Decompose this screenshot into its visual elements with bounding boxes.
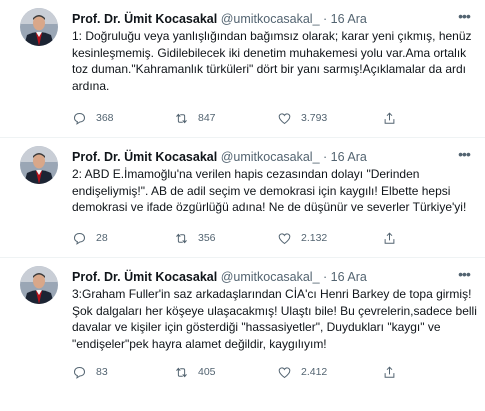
more-options-icon[interactable]: •••: [453, 267, 475, 285]
author-name[interactable]: Prof. Dr. Ümit Kocasakal: [72, 270, 217, 284]
retweet-button[interactable]: 405: [174, 362, 216, 382]
reply-icon: [73, 112, 86, 125]
reply-count: 368: [96, 112, 114, 124]
like-count: 2.132: [301, 232, 328, 244]
separator-dot: ·: [323, 270, 328, 284]
retweet-icon: [176, 367, 187, 377]
author-handle[interactable]: @umitkocasakal_: [221, 270, 320, 284]
tweet-header: Prof. Dr. Ümit Kocasakal @umitkocasakal_…: [72, 268, 367, 286]
avatar[interactable]: [20, 8, 58, 46]
profile-photo-icon: [20, 146, 58, 184]
reply-button[interactable]: 83: [72, 362, 108, 382]
share-button[interactable]: [382, 228, 406, 248]
reply-icon: [73, 366, 86, 379]
reply-count: 83: [96, 366, 108, 378]
reply-button[interactable]: 28: [72, 228, 108, 248]
avatar[interactable]: [20, 146, 58, 184]
share-icon: [384, 231, 395, 244]
like-count: 2.412: [301, 366, 328, 378]
separator-dot: ·: [323, 150, 328, 164]
tweet-actions: 83 405 2.412: [72, 362, 452, 382]
share-button[interactable]: [382, 108, 406, 128]
reply-button[interactable]: 368: [72, 108, 114, 128]
heart-icon: [278, 112, 291, 124]
like-button[interactable]: 2.412: [277, 362, 327, 382]
share-icon: [384, 365, 395, 378]
reply-icon: [73, 232, 86, 245]
retweet-count: 356: [198, 232, 216, 244]
author-handle[interactable]: @umitkocasakal_: [221, 12, 320, 26]
heart-icon: [278, 366, 291, 378]
author-name[interactable]: Prof. Dr. Ümit Kocasakal: [72, 150, 217, 164]
like-button[interactable]: 2.132: [277, 228, 327, 248]
retweet-button[interactable]: 847: [174, 108, 216, 128]
tweet[interactable]: Prof. Dr. Ümit Kocasakal @umitkocasakal_…: [0, 138, 485, 257]
tweet-text: 3:Graham Fuller'in saz arkadaşlarından C…: [72, 287, 477, 351]
tweet-text: 1: Doğruluğu veya yanlışlığından bağımsı…: [72, 29, 472, 93]
tweet-date[interactable]: 16 Ara: [331, 270, 367, 284]
tweet[interactable]: Prof. Dr. Ümit Kocasakal @umitkocasakal_…: [0, 0, 485, 137]
tweet[interactable]: Prof. Dr. Ümit Kocasakal @umitkocasakal_…: [0, 258, 485, 411]
retweet-button[interactable]: 356: [174, 228, 216, 248]
profile-photo-icon: [20, 266, 58, 304]
retweet-icon: [176, 113, 187, 123]
more-options-icon[interactable]: •••: [453, 9, 475, 27]
tweet-header: Prof. Dr. Ümit Kocasakal @umitkocasakal_…: [72, 10, 367, 28]
retweet-count: 847: [198, 112, 216, 124]
like-count: 3.793: [301, 112, 328, 124]
tweet-date[interactable]: 16 Ara: [331, 12, 367, 26]
separator-dot: ·: [323, 12, 328, 26]
author-handle[interactable]: @umitkocasakal_: [221, 150, 320, 164]
retweet-icon: [176, 233, 187, 243]
author-name[interactable]: Prof. Dr. Ümit Kocasakal: [72, 12, 217, 26]
share-icon: [384, 111, 395, 124]
share-button[interactable]: [382, 362, 406, 382]
heart-icon: [278, 232, 291, 244]
profile-photo-icon: [20, 8, 58, 46]
reply-count: 28: [96, 232, 108, 244]
avatar[interactable]: [20, 266, 58, 304]
more-options-icon[interactable]: •••: [453, 147, 475, 165]
like-button[interactable]: 3.793: [277, 108, 327, 128]
tweet-date[interactable]: 16 Ara: [331, 150, 367, 164]
tweet-header: Prof. Dr. Ümit Kocasakal @umitkocasakal_…: [72, 148, 367, 166]
tweet-text: 2: ABD E.İmamoğlu'na verilen hapis cezas…: [72, 167, 467, 214]
retweet-count: 405: [198, 366, 216, 378]
tweet-actions: 368 847 3.793: [72, 108, 452, 128]
tweet-actions: 28 356 2.132: [72, 228, 452, 248]
